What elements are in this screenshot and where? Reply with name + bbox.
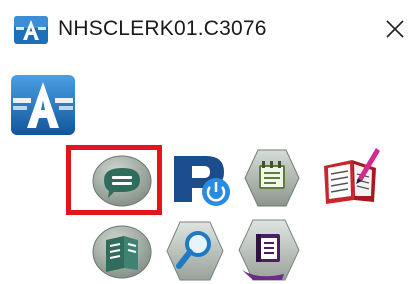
app-window: NHSCLERK01.C3076: [0, 0, 417, 284]
signing-book-icon[interactable]: [318, 144, 382, 206]
title-bar: NHSCLERK01.C3076: [0, 0, 417, 56]
close-icon: [386, 20, 404, 38]
close-button[interactable]: [378, 12, 412, 46]
power-p-icon[interactable]: [170, 150, 232, 208]
app-logo-icon: [14, 16, 48, 44]
magnifier-icon[interactable]: [166, 220, 224, 282]
notepad-icon[interactable]: [244, 148, 300, 208]
window-title: NHSCLERK01.C3076: [58, 17, 267, 40]
app-logo-icon[interactable]: [10, 74, 76, 136]
selection-highlight: [66, 145, 162, 215]
document-stack-icon[interactable]: [238, 218, 300, 282]
speech-book-icon[interactable]: [90, 224, 154, 280]
